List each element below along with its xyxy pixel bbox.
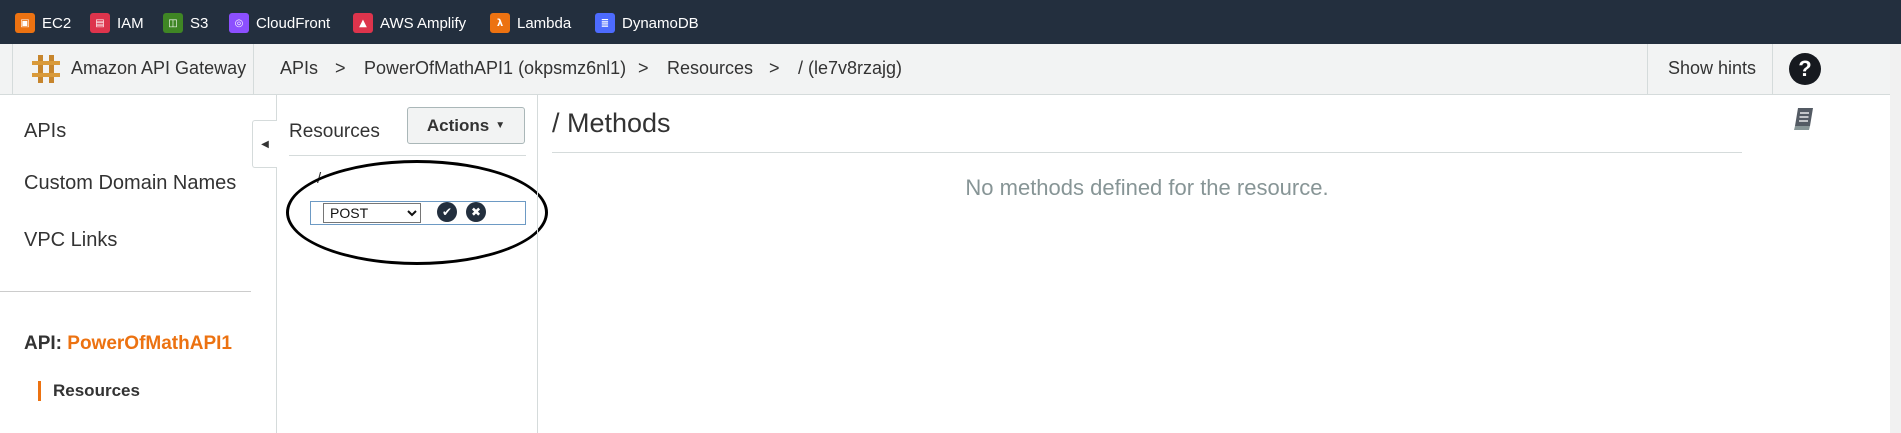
service-title[interactable]: Amazon API Gateway: [71, 58, 246, 79]
breadcrumb-resources[interactable]: Resources: [667, 58, 753, 79]
sidebar-item-vpc-links[interactable]: VPC Links: [24, 229, 117, 252]
iam-icon: ▤: [90, 13, 110, 33]
sidebar-divider: [0, 291, 251, 292]
api-prefix: API:: [24, 333, 62, 354]
service-iam[interactable]: ▤ IAM: [90, 13, 144, 33]
sidebar-item-apis[interactable]: APIs: [24, 120, 66, 143]
actions-button[interactable]: Actions ▼: [407, 107, 525, 144]
service-label: DynamoDB: [622, 14, 699, 32]
services-bar: ▣ EC2 ▤ IAM ◫ S3 ◎ CloudFront ▲ AWS Ampl…: [0, 0, 1901, 44]
service-cloudfront[interactable]: ◎ CloudFront: [229, 13, 330, 33]
book-icon[interactable]: [1793, 107, 1815, 131]
lambda-icon: λ: [490, 13, 510, 33]
collapse-sidebar-button[interactable]: ◀: [252, 120, 277, 168]
resources-divider: [289, 155, 526, 156]
api-gateway-logo-icon: [32, 55, 60, 83]
s3-icon: ◫: [163, 13, 183, 33]
service-ec2[interactable]: ▣ EC2: [15, 13, 71, 33]
amplify-icon: ▲: [353, 13, 373, 33]
header-edge: [12, 44, 13, 94]
breadcrumb-separator: >: [638, 58, 649, 78]
breadcrumb-separator: >: [769, 58, 780, 78]
help-icon[interactable]: ?: [1789, 53, 1821, 85]
header-divider: [253, 44, 254, 94]
breadcrumb-separator: >: [335, 58, 346, 78]
methods-title: / Methods: [552, 108, 671, 138]
http-method-select[interactable]: POST: [323, 203, 421, 223]
ec2-icon: ▣: [15, 13, 35, 33]
caret-down-icon: ▼: [495, 120, 506, 131]
service-label: Lambda: [517, 14, 572, 32]
service-label: AWS Amplify: [380, 14, 467, 32]
cancel-method-button[interactable]: ✖: [466, 202, 486, 222]
breadcrumb-current: / (le7v8rzajg): [798, 58, 903, 78]
sidebar-item-resources[interactable]: Resources: [38, 381, 140, 401]
service-s3[interactable]: ◫ S3: [163, 13, 208, 33]
service-amplify[interactable]: ▲ AWS Amplify: [353, 13, 466, 33]
header-divider: [1647, 44, 1648, 94]
service-label: IAM: [117, 14, 144, 32]
page-scrollbar[interactable]: [1890, 44, 1901, 433]
dynamodb-icon: ≣: [595, 13, 615, 33]
methods-divider: [552, 152, 1742, 153]
service-dynamodb[interactable]: ≣ DynamoDB: [595, 13, 699, 33]
close-icon: ✖: [470, 205, 482, 219]
resources-border: [537, 94, 538, 433]
cloudfront-icon: ◎: [229, 13, 249, 33]
api-name-link[interactable]: PowerOfMathAPI1: [67, 333, 232, 354]
breadcrumb-api[interactable]: PowerOfMathAPI1 (okpsmz6nl1): [364, 58, 626, 79]
resources-title: Resources: [289, 121, 380, 142]
actions-label: Actions: [426, 115, 490, 135]
check-icon: ✔: [441, 205, 453, 219]
resource-root[interactable]: /: [317, 170, 321, 187]
sidebar-api-heading: API: PowerOfMathAPI1: [24, 333, 232, 355]
header-divider: [1772, 44, 1773, 94]
confirm-method-button[interactable]: ✔: [437, 202, 457, 222]
service-label: EC2: [42, 14, 72, 32]
breadcrumb-apis[interactable]: APIs: [280, 58, 318, 79]
show-hints-button[interactable]: Show hints: [1668, 58, 1756, 79]
sidebar-item-custom-domain-names[interactable]: Custom Domain Names: [24, 172, 236, 195]
no-methods-message: No methods defined for the resource.: [965, 175, 1329, 200]
service-lambda[interactable]: λ Lambda: [490, 13, 571, 33]
service-label: S3: [190, 14, 209, 32]
console-header: Amazon API Gateway APIs > PowerOfMathAPI…: [0, 44, 1890, 95]
caret-left-icon: ◀: [261, 138, 269, 150]
service-label: CloudFront: [256, 14, 331, 32]
